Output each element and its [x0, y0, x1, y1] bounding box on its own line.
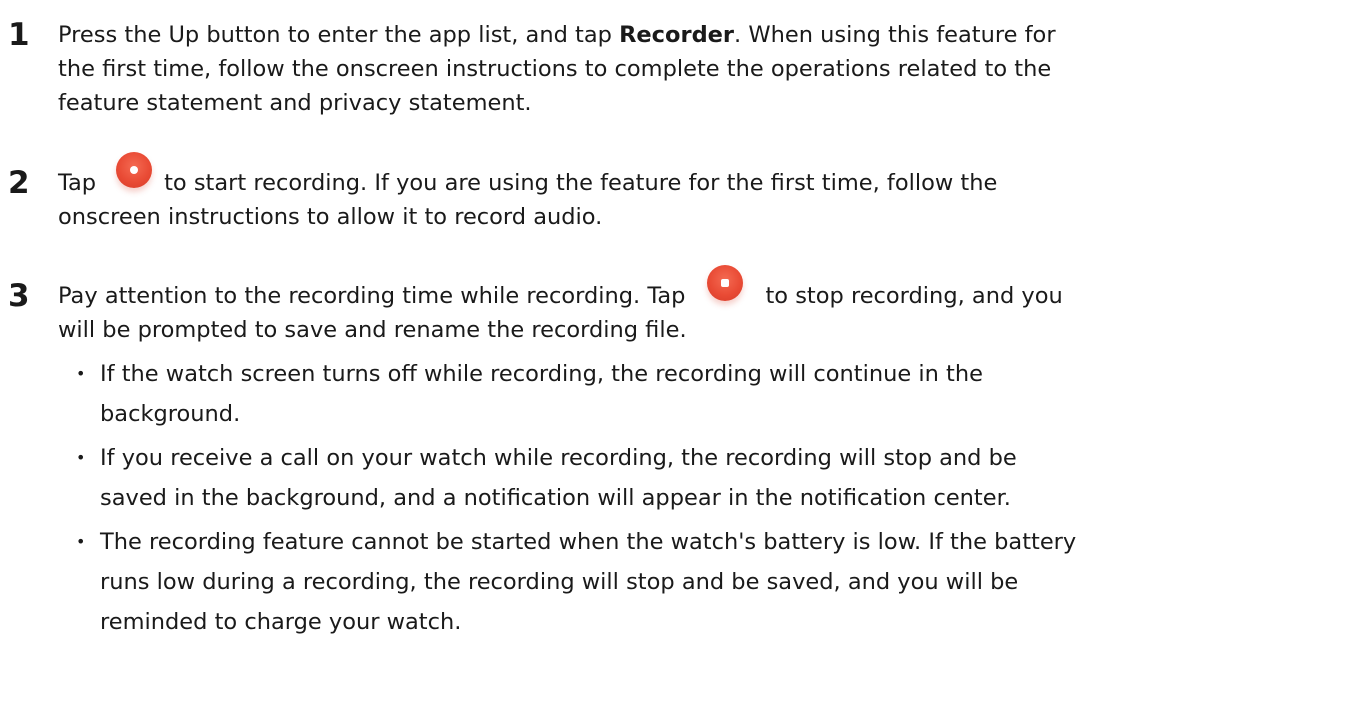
- text-line: Tap to start recording. If you are using …: [58, 152, 1358, 200]
- step-number: 2: [8, 165, 30, 201]
- list-item: • The recording feature cannot be starte…: [76, 522, 1360, 642]
- text-line: background.: [100, 401, 241, 427]
- text-line: saved in the background, and a notificat…: [100, 485, 1011, 511]
- text-line: If the watch screen turns off while reco…: [100, 361, 983, 387]
- text-line: Press the Up button to enter the app lis…: [58, 18, 1358, 52]
- step-number: 3: [8, 278, 30, 314]
- text-line: Pay attention to the recording time whil…: [58, 265, 1358, 313]
- text-line: the first time, follow the onscreen inst…: [58, 56, 1052, 82]
- note-list: • If the watch screen turns off while re…: [76, 354, 1360, 642]
- text-line: If you receive a call on your watch whil…: [100, 445, 1017, 471]
- text-line: feature statement and privacy statement.: [58, 90, 532, 116]
- text-run: . When using this feature for: [734, 22, 1056, 48]
- bullet-icon: •: [76, 448, 86, 467]
- record-dot: [130, 166, 139, 174]
- document-page: 1 Press the Up button to enter the app l…: [0, 0, 1367, 727]
- text-run: to stop recording, and you: [765, 283, 1063, 309]
- text-line: will be prompted to save and rename the …: [58, 317, 687, 343]
- text-line: The recording feature cannot be started …: [100, 529, 1077, 555]
- text-run: Pay attention to the recording time whil…: [58, 283, 686, 309]
- stop-square: [721, 279, 730, 287]
- list-item: • If you receive a call on your watch wh…: [76, 438, 1360, 518]
- text-line: runs low during a recording, the recordi…: [100, 569, 1019, 595]
- text-line: reminded to charge your watch.: [100, 609, 462, 635]
- list-item: • If the watch screen turns off while re…: [76, 354, 1360, 434]
- text-line: onscreen instructions to allow it to rec…: [58, 204, 603, 230]
- step-text: Press the Up button to enter the app lis…: [58, 18, 1358, 120]
- text-run: to start recording. If you are using the…: [164, 170, 998, 196]
- record-icon: [116, 152, 153, 188]
- text-run: Tap: [58, 170, 97, 196]
- step-number: 1: [8, 17, 30, 53]
- bullet-icon: •: [76, 532, 86, 551]
- step-text: Tap to start recording. If you are using …: [58, 152, 1358, 234]
- bullet-icon: •: [76, 364, 86, 383]
- app-name-recorder: Recorder: [619, 22, 735, 48]
- text-run: Press the Up button to enter the app lis…: [58, 22, 620, 48]
- stop-recording-icon: [707, 265, 744, 301]
- step-text: Pay attention to the recording time whil…: [58, 265, 1358, 347]
